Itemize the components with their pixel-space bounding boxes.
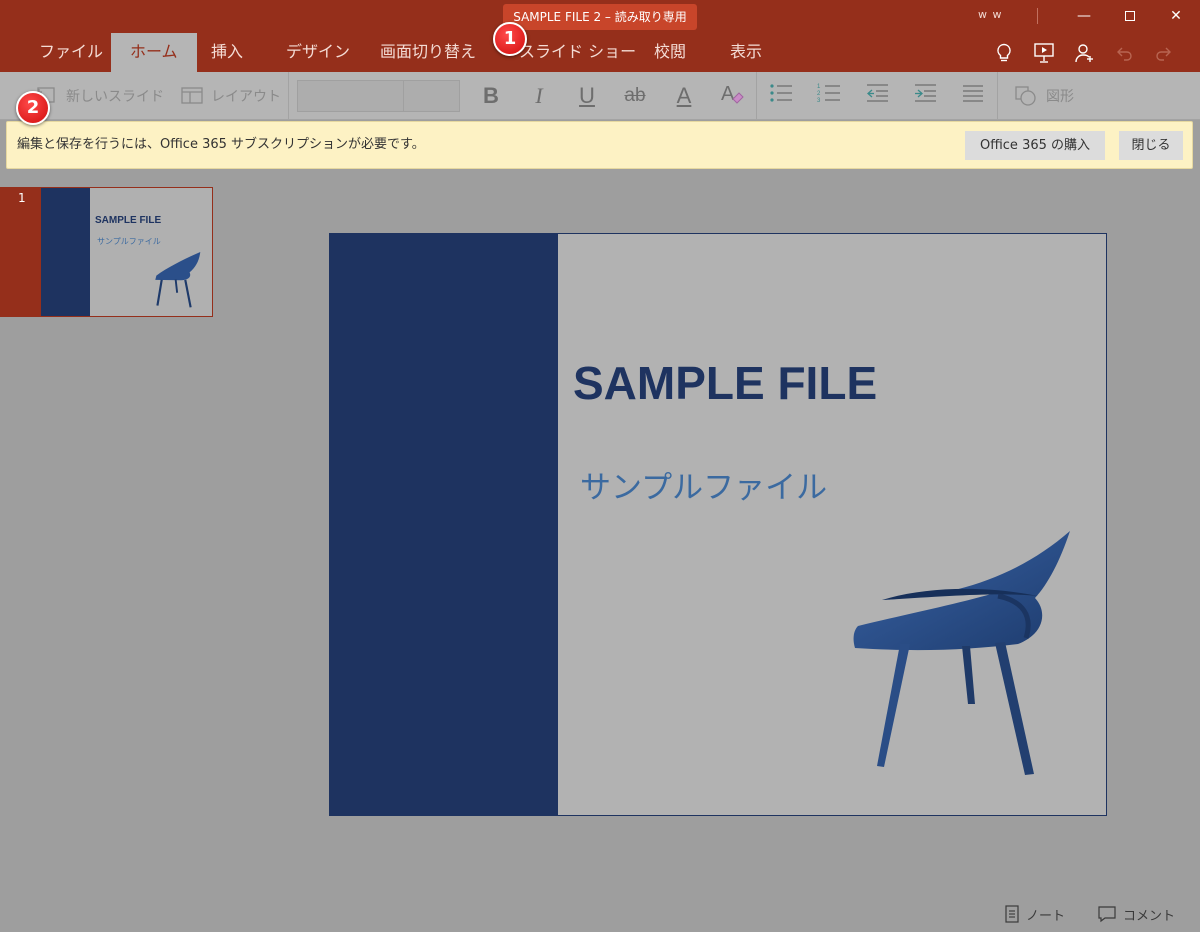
svg-text:1: 1 — [817, 84, 821, 90]
user-initials[interactable]: w w — [978, 8, 1003, 21]
title-separator — [1037, 8, 1038, 24]
share-person-icon[interactable] — [1071, 40, 1097, 66]
numbering-button[interactable]: 123 — [814, 82, 844, 110]
tab-transitions[interactable]: 画面切り替え — [361, 33, 495, 72]
layout-button[interactable]: レイアウト — [181, 72, 281, 120]
tab-home[interactable]: ホーム — [111, 33, 197, 72]
ribbon-separator — [756, 72, 757, 120]
comments-label: コメント — [1123, 908, 1176, 924]
maximize-icon — [1125, 11, 1135, 21]
tab-file[interactable]: ファイル — [20, 33, 122, 72]
callout-badge-1: 1 — [493, 22, 527, 56]
tab-design[interactable]: デザイン — [267, 33, 369, 72]
buy-office-button[interactable]: Office 365 の購入 — [965, 131, 1105, 160]
bold-button[interactable]: B — [476, 82, 506, 110]
bullet-list-icon — [770, 84, 792, 102]
slide-title[interactable]: SAMPLE FILE — [573, 356, 877, 410]
new-slide-button[interactable]: 新しいスライド — [34, 72, 164, 120]
comments-button[interactable]: コメント — [1097, 903, 1175, 925]
strikethrough-button[interactable]: ab — [620, 82, 650, 110]
new-slide-label: 新しいスライド — [66, 89, 164, 105]
font-name-box[interactable] — [297, 80, 404, 112]
increase-indent-button[interactable] — [910, 82, 940, 110]
slide-thumbnail-item[interactable]: 1 SAMPLE FILE サンプルファイル — [0, 187, 213, 317]
close-window-button[interactable]: ✕ — [1154, 4, 1198, 28]
svg-text:3: 3 — [817, 98, 821, 104]
underline-button[interactable]: U — [572, 82, 602, 110]
thumbnail-band — [41, 188, 90, 316]
comment-icon — [1098, 906, 1116, 923]
shapes-icon — [1015, 86, 1036, 106]
increase-indent-icon — [915, 84, 936, 102]
slide-number: 1 — [18, 191, 26, 205]
slide-subtitle[interactable]: サンプルファイル — [580, 462, 827, 507]
close-info-button[interactable]: 閉じる — [1119, 131, 1183, 160]
maximize-button[interactable] — [1108, 4, 1152, 28]
notes-icon — [1005, 905, 1019, 923]
align-left-icon — [963, 85, 983, 102]
redo-icon[interactable] — [1151, 40, 1177, 66]
ribbon-separator — [997, 72, 998, 120]
tab-insert[interactable]: 挿入 — [192, 33, 262, 72]
svg-text:2: 2 — [817, 91, 821, 97]
chair-image — [853, 531, 1070, 775]
shapes-label: 図形 — [1046, 89, 1074, 105]
present-icon[interactable] — [1031, 40, 1057, 66]
slide-band — [330, 234, 558, 815]
shapes-button[interactable]: 図形 — [1014, 72, 1074, 120]
window-title: SAMPLE FILE 2 – 読み取り専用 — [503, 4, 697, 30]
layout-label: レイアウト — [211, 89, 281, 105]
italic-button[interactable]: I — [524, 82, 554, 110]
decrease-indent-icon — [867, 84, 888, 102]
lightbulb-icon[interactable] — [991, 40, 1017, 66]
ribbon: 新しいスライド レイアウト B I U ab A A 123 図形 — [0, 72, 1200, 120]
ribbon-separator — [288, 72, 289, 120]
font-color-button[interactable]: A — [669, 82, 699, 110]
svg-text:A: A — [721, 83, 735, 105]
tab-review[interactable]: 校閲 — [635, 33, 705, 72]
info-message: 編集と保存を行うには、Office 365 サブスクリプションが必要です。 — [17, 137, 425, 152]
bullets-button[interactable] — [766, 82, 796, 110]
thumbnail-title: SAMPLE FILE — [95, 215, 162, 226]
thumbnail-subtitle: サンプルファイル — [97, 237, 161, 246]
layout-icon — [181, 87, 203, 104]
title-bar: SAMPLE FILE 2 – 読み取り専用 w w — ✕ ファイル ホーム … — [0, 0, 1200, 72]
tab-view[interactable]: 表示 — [711, 33, 781, 72]
clear-formatting-icon: A — [721, 83, 744, 105]
minimize-button[interactable]: — — [1062, 4, 1106, 28]
clear-formatting-button[interactable]: A — [717, 82, 747, 110]
font-size-box[interactable] — [403, 80, 460, 112]
notes-button[interactable]: ノート — [1004, 903, 1065, 925]
chair-image — [155, 252, 201, 308]
subscription-info-bar: 編集と保存を行うには、Office 365 サブスクリプションが必要です。 Of… — [6, 121, 1193, 169]
decrease-indent-button[interactable] — [862, 82, 892, 110]
slide-thumbnail[interactable]: SAMPLE FILE サンプルファイル — [41, 188, 212, 316]
callout-badge-2: 2 — [16, 91, 50, 125]
slide-canvas[interactable]: SAMPLE FILE サンプルファイル — [329, 233, 1107, 816]
align-button[interactable] — [958, 82, 988, 110]
notes-label: ノート — [1026, 908, 1066, 924]
undo-icon[interactable] — [1111, 40, 1137, 66]
numbered-list-icon: 123 — [817, 84, 840, 104]
